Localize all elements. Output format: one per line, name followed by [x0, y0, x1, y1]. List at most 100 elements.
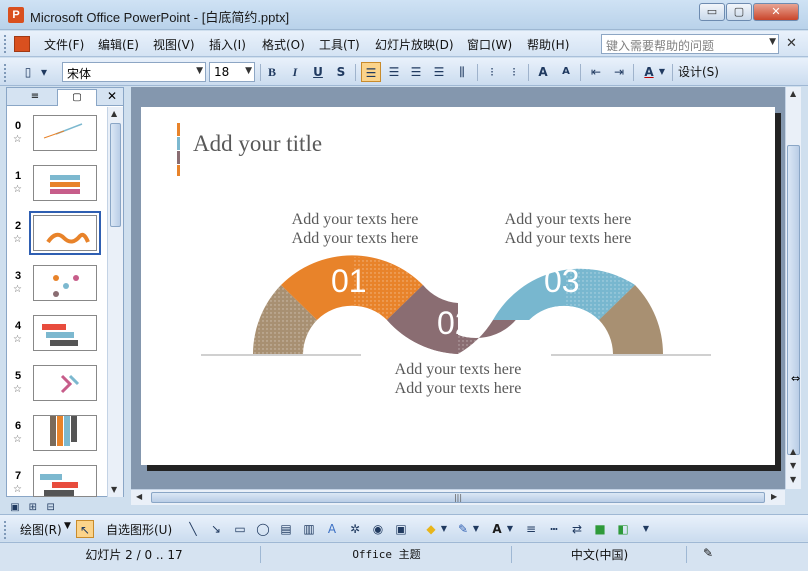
document-close-icon[interactable]: ✕ — [786, 36, 797, 51]
fill-color-icon[interactable]: ◆ — [422, 520, 440, 538]
slideshow-icon[interactable]: ⊟ — [44, 502, 58, 514]
wordart-icon[interactable]: A — [323, 520, 341, 538]
menu-help[interactable]: 帮助(H) — [527, 36, 569, 53]
text-box-icon[interactable]: ▤ — [277, 520, 295, 538]
scroll-down-icon[interactable]: ▼ — [111, 485, 117, 494]
vertical-scrollbar[interactable]: ▲ ▲ ▼ ▼ — [785, 87, 801, 489]
slide-title[interactable]: Add your title — [193, 131, 322, 157]
normal-view-icon[interactable]: ▣ — [8, 502, 22, 514]
italic-button[interactable]: I — [285, 62, 305, 82]
scroll-down-icon[interactable]: ▼ — [790, 461, 796, 470]
slide-thumbnail-7[interactable] — [33, 465, 97, 497]
previous-slide-icon[interactable]: ▲ — [790, 447, 796, 456]
align-center-icon[interactable]: ☰ — [384, 62, 404, 82]
chevron-down-icon[interactable]: ▼ — [245, 66, 252, 76]
3d-style-icon[interactable]: ◧ — [614, 520, 632, 538]
tab-outline[interactable]: ≡ — [15, 89, 55, 106]
scroll-right-icon[interactable]: ▶ — [771, 492, 777, 501]
font-name-select[interactable]: 宋体 ▼ — [62, 62, 206, 82]
shadow-button[interactable]: S — [331, 62, 351, 82]
toolbar-grip[interactable] — [4, 521, 8, 539]
scroll-up-icon[interactable]: ▲ — [790, 89, 796, 98]
menu-format[interactable]: 格式(O) — [262, 36, 305, 53]
increase-indent-icon[interactable]: ⇥ — [609, 62, 629, 82]
rectangle-tool-icon[interactable]: ▭ — [231, 520, 249, 538]
chevron-down-icon[interactable]: ▼ — [506, 520, 514, 538]
menu-tools[interactable]: 工具(T) — [319, 36, 360, 53]
autoshapes-button[interactable]: 自选图形(U) — [106, 521, 172, 538]
help-search-input[interactable]: 键入需要帮助的问题 ▼ — [601, 34, 779, 54]
slide-thumbnail-6[interactable] — [33, 415, 97, 451]
menu-window[interactable]: 窗口(W) — [467, 36, 512, 53]
font-color-icon[interactable]: A — [488, 520, 506, 538]
chevron-down-icon[interactable]: ▼ — [64, 521, 71, 531]
chevron-down-icon[interactable]: ▼ — [472, 520, 480, 538]
toolbar-options-icon[interactable]: ▼ — [637, 520, 655, 538]
insert-picture-icon[interactable]: ▣ — [392, 520, 410, 538]
font-color-icon[interactable]: A — [639, 62, 659, 82]
slide[interactable]: Add your title Add your texts here Add y… — [141, 107, 775, 465]
decrease-font-icon[interactable]: A — [556, 62, 576, 82]
align-left-icon[interactable]: ☰ — [361, 62, 381, 82]
new-document-icon[interactable]: ▯ — [18, 62, 38, 82]
slide-thumbnail-5[interactable] — [33, 365, 97, 401]
oval-tool-icon[interactable]: ◯ — [254, 520, 272, 538]
chevron-down-icon[interactable]: ▼ — [657, 62, 667, 82]
slide-sorter-icon[interactable]: ⊞ — [26, 502, 40, 514]
toolbar-grip[interactable] — [4, 35, 8, 53]
numbered-list-icon[interactable]: ⁝ — [482, 62, 502, 82]
justify-icon[interactable]: ☰ — [429, 62, 449, 82]
slide-thumbnail-3[interactable] — [33, 265, 97, 301]
slide-thumbnail-2[interactable] — [29, 211, 101, 255]
toolbar-grip[interactable] — [4, 64, 8, 82]
select-objects-icon[interactable]: ↖ — [76, 520, 94, 538]
bold-button[interactable]: B — [262, 62, 282, 82]
menu-slideshow[interactable]: 幻灯片放映(D) — [375, 36, 454, 53]
arrow-tool-icon[interactable]: ↘ — [207, 520, 225, 538]
slide-thumbnail-0[interactable] — [33, 115, 97, 151]
tab-slides[interactable]: ▢ — [57, 89, 97, 106]
scroll-left-icon[interactable]: ◀ — [136, 492, 142, 501]
menu-edit[interactable]: 编辑(E) — [98, 36, 139, 53]
diagram-icon[interactable]: ✲ — [346, 520, 364, 538]
vertical-text-box-icon[interactable]: ▥ — [300, 520, 318, 538]
draw-menu-button[interactable]: 绘图(R) — [20, 521, 62, 538]
clip-art-icon[interactable]: ◉ — [369, 520, 387, 538]
minimize-button[interactable]: ▭ — [699, 3, 725, 21]
bullet-list-icon[interactable]: ⁝ — [504, 62, 524, 82]
scrollbar-thumb[interactable] — [110, 123, 121, 227]
dash-style-icon[interactable]: ┅ — [545, 520, 563, 538]
menu-view[interactable]: 视图(V) — [153, 36, 195, 53]
maximize-button[interactable]: ▢ — [726, 3, 752, 21]
menu-file[interactable]: 文件(F) — [44, 36, 84, 53]
columns-icon[interactable]: ⫼ — [452, 62, 472, 82]
shadow-style-icon[interactable]: ■ — [591, 520, 609, 538]
line-color-icon[interactable]: ✎ — [454, 520, 472, 538]
chevron-down-icon[interactable]: ▼ — [440, 520, 448, 538]
scroll-up-icon[interactable]: ▲ — [111, 109, 117, 118]
underline-button[interactable]: U — [308, 62, 328, 82]
increase-font-icon[interactable]: A — [533, 62, 553, 82]
next-slide-icon[interactable]: ▼ — [790, 475, 796, 484]
align-right-icon[interactable]: ☰ — [406, 62, 426, 82]
font-size-select[interactable]: 18 ▼ — [209, 62, 255, 82]
toolbar-options-icon[interactable]: ▾ — [38, 62, 50, 82]
text-block-bottom[interactable]: Add your texts here Add your texts here — [378, 360, 538, 398]
close-button[interactable]: ✕ — [753, 3, 799, 21]
menu-insert[interactable]: 插入(I) — [209, 36, 246, 53]
chevron-down-icon[interactable]: ▼ — [196, 66, 203, 76]
document-icon[interactable] — [14, 36, 30, 52]
scrollbar-thumb[interactable] — [787, 145, 800, 455]
decrease-indent-icon[interactable]: ⇤ — [586, 62, 606, 82]
line-tool-icon[interactable]: ╲ — [184, 520, 202, 538]
text-block-top-left[interactable]: Add your texts here Add your texts here — [275, 210, 435, 248]
scrollbar-thumb[interactable]: ||| — [151, 492, 765, 503]
design-button[interactable]: 设计(S) — [678, 63, 719, 80]
slide-thumbnail-4[interactable] — [33, 315, 97, 351]
line-style-icon[interactable]: ≡ — [522, 520, 540, 538]
slide-thumbnail-1[interactable] — [33, 165, 97, 201]
close-icon[interactable]: ✕ — [107, 89, 117, 103]
spell-check-icon[interactable]: ✎ — [697, 546, 719, 563]
chevron-down-icon[interactable]: ▼ — [769, 37, 776, 47]
slides-pane-scrollbar[interactable]: ▲ ▼ — [107, 107, 123, 497]
